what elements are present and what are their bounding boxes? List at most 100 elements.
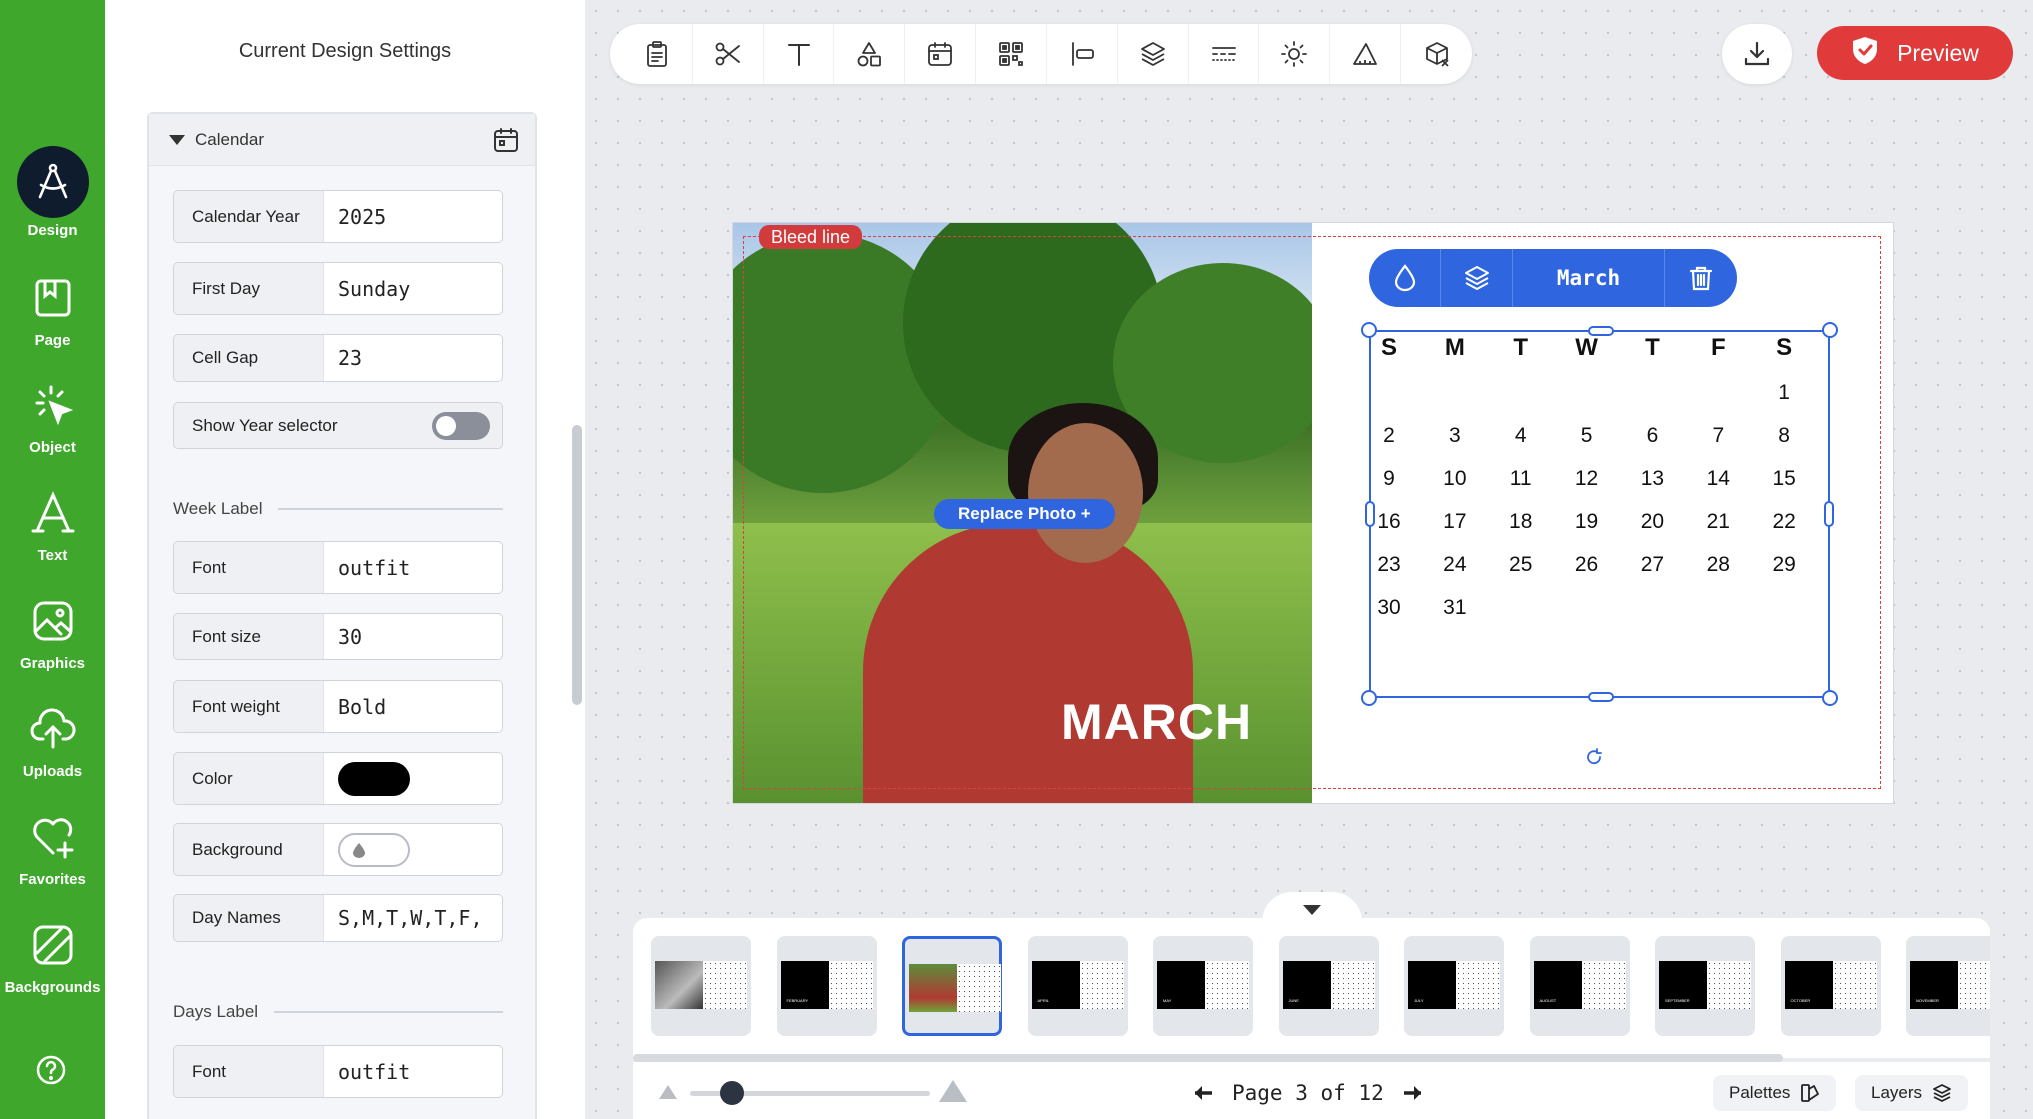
text-icon[interactable] [764,24,835,84]
panel-scrollbar[interactable] [572,425,582,705]
resize-handle-top-left[interactable] [1361,322,1377,338]
rail-item-backgrounds[interactable]: Backgrounds [0,915,105,1015]
rotate-icon[interactable] [1585,748,1603,771]
rail-label-page: Page [34,332,71,349]
clipboard-icon[interactable] [622,24,693,84]
preview-button[interactable]: Preview [1817,26,2013,80]
day-names-field[interactable]: Day Names S,M,T,W,T,F, [173,894,503,942]
week-font-weight-select[interactable]: Bold [324,681,502,732]
month-select[interactable]: March [1513,249,1665,307]
compass-icon [16,146,89,218]
days-font-select[interactable]: outfit [324,1046,502,1097]
rail-item-page[interactable]: Page [0,268,105,368]
page-thumbnail-august[interactable]: AUGUST [1529,936,1630,1036]
page-thumbnail-february[interactable]: FEBRUARY [776,936,877,1036]
page-thumbnail-june[interactable]: JUNE [1278,936,1379,1036]
color-swatch[interactable] [338,761,410,796]
download-icon [1744,41,1770,66]
layer-order-button[interactable] [1441,249,1513,307]
resize-handle-top[interactable] [1588,326,1614,336]
zoom-out-icon[interactable] [659,1085,677,1099]
calendar-day: 17 [1443,510,1467,533]
week-font-weight-field[interactable]: Font weight Bold [173,680,503,733]
page-thumbnail-may[interactable]: MAY [1153,936,1253,1036]
page-thumbnail-march[interactable] [902,936,1002,1036]
calendar-section-header[interactable]: Calendar [149,114,535,166]
week-color-field[interactable]: Color [173,752,503,805]
rail-item-design[interactable]: Design [0,146,105,246]
week-font-size-input[interactable]: 30 [324,614,502,659]
page-thumbnail-july[interactable]: JULY [1404,936,1504,1036]
page-thumbnail-november[interactable]: NOVEMBER [1906,936,1990,1036]
thumbnails-scrollbar[interactable] [633,1054,1783,1062]
page-thumbnail-september[interactable]: SEPTEMBER [1655,936,1755,1036]
calendar-year-input[interactable]: 2025 [324,191,502,242]
line-style-icon[interactable] [1189,24,1260,84]
calendar-grid-selection[interactable]: S M T W T F S 1 2 3 4 5 6 7 8 9 10 11 12 13 14 15 16 17 18 19 20 21… [1361,322,1838,706]
days-font-field[interactable]: Font outfit [173,1045,503,1098]
prev-page-button[interactable] [1190,1080,1216,1106]
first-day-field[interactable]: First Day Sunday [173,262,503,315]
design-page[interactable]: MARCH Replace Photo + Bleed line March S… [733,223,1893,803]
box-icon[interactable] [1401,24,1472,84]
cell-gap-input[interactable]: 23 [324,335,502,381]
align-left-icon[interactable] [1047,24,1118,84]
delete-button[interactable] [1665,249,1737,307]
rail-item-uploads[interactable]: Uploads [0,699,105,799]
rail-item-object[interactable]: Object [0,375,105,475]
zoom-slider-handle[interactable] [720,1081,744,1105]
settings-panel: Current Design Settings Calendar Calenda… [105,0,585,1119]
shapes-icon[interactable] [834,24,906,84]
week-background-field[interactable]: Background [173,823,503,876]
calendar-year-field[interactable]: Calendar Year 2025 [173,190,503,243]
scissors-icon[interactable] [693,24,764,84]
caret-down-icon [169,134,185,145]
help-icon[interactable] [35,1054,67,1091]
week-font-size-label: Font size [174,614,324,659]
week-font-select[interactable]: outfit [324,542,502,593]
calendar-day: 12 [1574,467,1599,490]
day-names-input[interactable]: S,M,T,W,T,F, [324,895,502,941]
first-day-select[interactable]: Sunday [324,263,502,314]
brightness-icon[interactable] [1259,24,1331,84]
page-thumbnail-october[interactable]: OCTOBER [1780,936,1881,1036]
droplet-icon [353,842,365,858]
month-title[interactable]: MARCH [1061,693,1252,751]
resize-handle-bottom[interactable] [1588,692,1614,702]
cell-gap-field[interactable]: Cell Gap 23 [173,334,503,382]
rail-item-favorites[interactable]: Favorites [0,807,105,907]
resize-handle-left[interactable] [1365,501,1375,527]
page-thumbnail-january[interactable] [651,936,751,1036]
fill-color-button[interactable] [1369,249,1441,307]
layers-icon[interactable] [1118,24,1189,84]
resize-handle-bottom-left[interactable] [1361,690,1377,706]
show-year-selector-field[interactable]: Show Year selector [173,402,503,449]
background-toggle[interactable] [338,832,410,867]
weekday-header: T [1513,334,1529,361]
calendar-photo[interactable]: MARCH Replace Photo + [733,223,1312,803]
rail-label-backgrounds: Backgrounds [4,979,101,996]
rail-item-text[interactable]: Text [0,483,105,583]
strip-collapse-tab[interactable] [1262,892,1362,922]
zoom-in-icon[interactable] [939,1080,967,1102]
palettes-label: Palettes [1729,1083,1791,1102]
calendar-tool-icon[interactable] [905,24,977,84]
resize-handle-top-right[interactable] [1822,322,1838,338]
resize-handle-right[interactable] [1824,501,1834,527]
replace-photo-button[interactable]: Replace Photo + [934,499,1115,529]
download-button[interactable] [1722,24,1792,84]
next-page-button[interactable] [1400,1080,1426,1106]
thumbnail-month-label: AUGUST [1539,998,1557,1003]
show-year-selector-toggle[interactable] [432,412,490,440]
thumbnail-calendar [957,964,1001,1012]
resize-handle-bottom-right[interactable] [1822,690,1838,706]
palettes-button[interactable]: Palettes [1713,1075,1837,1111]
rail-item-graphics[interactable]: Graphics [0,591,105,691]
qr-code-icon[interactable] [976,24,1047,84]
week-font-size-field[interactable]: Font size 30 [173,613,503,660]
rail-label-text: Text [37,547,68,564]
triangle-ruler-icon[interactable] [1330,24,1402,84]
layers-button[interactable]: Layers [1855,1075,1969,1111]
week-font-field[interactable]: Font outfit [173,541,503,594]
page-thumbnail-april[interactable]: APRIL [1027,936,1128,1036]
